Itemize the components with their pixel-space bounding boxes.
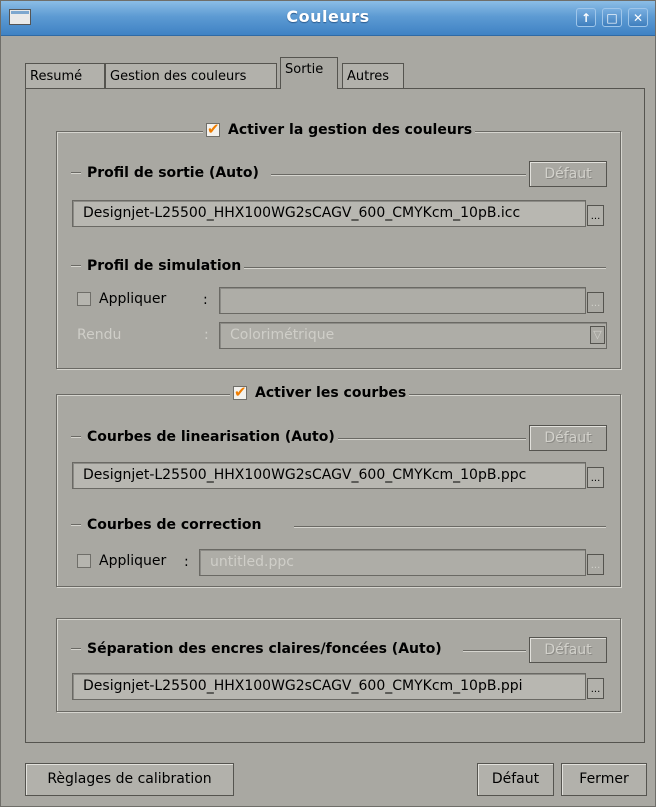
simulation-apply-checkbox[interactable] <box>77 292 91 306</box>
simulation-profile-heading-text: Profil de simulation <box>87 258 242 274</box>
title-bar: Couleurs ↑ □ ✕ <box>1 1 655 36</box>
ink-separation-heading: Séparation des encres claires/foncées (A… <box>71 641 442 657</box>
linearization-heading: Courbes de linearisation (Auto) <box>71 429 335 445</box>
tab-gestion-des-couleurs[interactable]: Gestion des couleurs <box>105 63 277 89</box>
ink-separation-default-button[interactable]: Défaut <box>529 637 607 663</box>
simulation-apply-row: Appliquer <box>77 291 166 307</box>
output-profile-field[interactable]: Designjet-L25500_HHX100WG2sCAGV_600_CMYK… <box>72 200 586 227</box>
simulation-profile-field <box>219 287 586 314</box>
output-profile-default-button[interactable]: Défaut <box>529 161 607 187</box>
roll-up-icon[interactable]: ↑ <box>576 8 596 27</box>
close-icon[interactable]: ✕ <box>628 8 648 27</box>
calibration-settings-button[interactable]: Règlages de calibration <box>25 763 234 796</box>
correction-heading: Courbes de correction <box>71 517 261 533</box>
ink-separation-divider <box>463 650 526 652</box>
enable-curves-checkbox[interactable] <box>233 383 247 401</box>
enable-color-management-label: Activer la gestion des couleurs <box>228 122 473 138</box>
correction-field: untitled.ppc <box>199 549 586 576</box>
rendering-select-value: Colorimétrique <box>230 327 335 343</box>
correction-apply-colon: : <box>184 554 189 570</box>
enable-curves-label: Activer les courbes <box>255 385 407 401</box>
enable-color-management-checkbox[interactable] <box>206 120 220 138</box>
correction-browse-button: ... <box>587 554 604 575</box>
output-profile-divider <box>271 174 526 176</box>
tab-resume[interactable]: Resumé <box>25 63 105 89</box>
maximize-icon[interactable]: □ <box>602 8 622 27</box>
linearization-browse-button[interactable]: ... <box>587 467 604 488</box>
output-profile-heading: Profil de sortie (Auto) <box>71 165 259 181</box>
window-title: Couleurs <box>286 7 370 26</box>
close-button[interactable]: Fermer <box>561 763 647 796</box>
curves-legend: Activer les courbes <box>230 383 410 401</box>
linearization-heading-text: Courbes de linearisation (Auto) <box>87 429 335 445</box>
rendering-label: Rendu <box>77 327 122 343</box>
rendering-colon: : <box>204 327 209 343</box>
rendering-select: Colorimétrique <box>219 322 607 349</box>
correction-apply-checkbox[interactable] <box>77 554 91 568</box>
chevron-down-icon: ▽ <box>590 326 605 344</box>
ink-separation-heading-text: Séparation des encres claires/foncées (A… <box>87 641 442 657</box>
simulation-apply-label: Appliquer <box>99 291 167 307</box>
linearization-field[interactable]: Designjet-L25500_HHX100WG2sCAGV_600_CMYK… <box>72 462 586 489</box>
tab-sortie[interactable]: Sortie <box>280 57 338 89</box>
correction-apply-label: Appliquer <box>99 553 167 569</box>
linearization-default-button[interactable]: Défaut <box>529 425 607 451</box>
simulation-apply-colon: : <box>203 292 208 308</box>
simulation-profile-heading: Profil de simulation <box>71 258 241 274</box>
color-management-legend: Activer la gestion des couleurs <box>203 120 476 138</box>
ink-separation-field[interactable]: Designjet-L25500_HHX100WG2sCAGV_600_CMYK… <box>72 673 586 700</box>
correction-apply-row: Appliquer <box>77 553 166 569</box>
correction-divider <box>294 526 606 528</box>
simulation-profile-divider <box>244 267 606 269</box>
couleurs-dialog: Couleurs ↑ □ ✕ Resumé Gestion des couleu… <box>0 0 656 807</box>
default-button[interactable]: Défaut <box>477 763 554 796</box>
tab-autres[interactable]: Autres <box>342 63 404 89</box>
correction-heading-text: Courbes de correction <box>87 517 262 533</box>
ink-separation-browse-button[interactable]: ... <box>587 678 604 699</box>
simulation-profile-browse-button: ... <box>587 292 604 313</box>
linearization-divider <box>338 438 526 440</box>
output-profile-browse-button[interactable]: ... <box>587 205 604 226</box>
output-profile-heading-text: Profil de sortie (Auto) <box>87 165 259 181</box>
